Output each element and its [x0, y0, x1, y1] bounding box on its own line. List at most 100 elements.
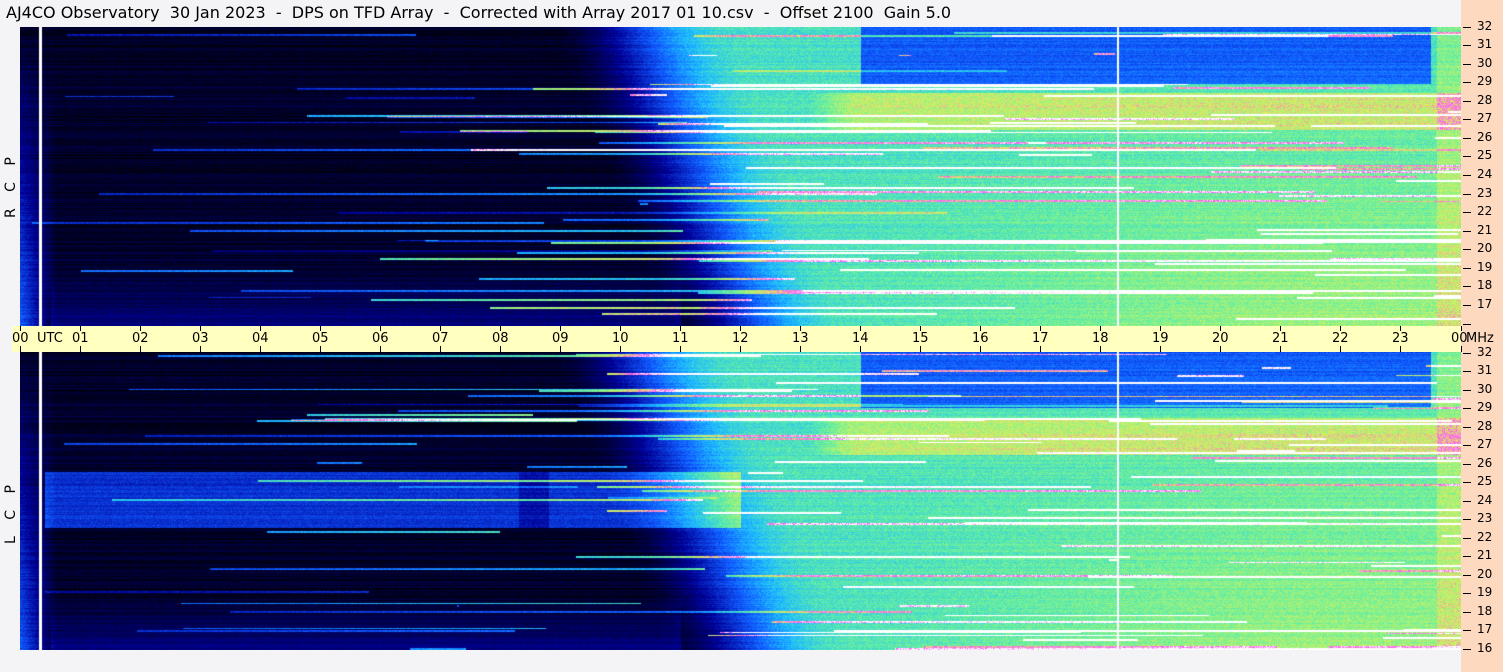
lcp-label: L C P: [3, 479, 19, 544]
freq-tick-label: 17: [1477, 297, 1493, 311]
time-tick-label: 03: [192, 331, 209, 346]
window-title: AJ4CO Observatory 30 Jan 2023 - DPS on T…: [6, 3, 952, 22]
time-tick-mark: [860, 346, 861, 352]
time-tick-label: 11: [672, 331, 689, 346]
time-tick-label: 04: [252, 331, 269, 346]
freq-tick-mark: [1463, 501, 1471, 502]
time-tick-label: 08: [492, 331, 509, 346]
freq-tick-label: 23: [1477, 511, 1493, 525]
freq-tick-label: 31: [1477, 363, 1493, 377]
time-tick-mark: [80, 346, 81, 352]
time-tick-label: 16: [972, 331, 989, 346]
time-tick-label: 02: [132, 331, 149, 346]
freq-tick-mark: [1463, 371, 1471, 372]
freq-tick-label: 19: [1477, 260, 1493, 274]
time-tick-label: 07: [432, 331, 449, 346]
time-tick-mark: [1100, 346, 1101, 352]
freq-tick-mark: [1463, 268, 1471, 269]
time-tick-mark: [920, 346, 921, 352]
time-tick-mark: [320, 346, 321, 352]
rcp-label: R C P: [3, 151, 19, 218]
freq-tick-label: 28: [1477, 93, 1493, 107]
freq-tick-mark: [1463, 305, 1471, 306]
time-tick-mark: [1220, 346, 1221, 352]
freq-tick-label: 30: [1477, 382, 1493, 396]
time-tick-label: 15: [912, 331, 929, 346]
time-tick-label: 12: [732, 331, 749, 346]
freq-tick-label: 21: [1477, 548, 1493, 562]
time-tick-label: 10: [612, 331, 629, 346]
time-tick-mark: [620, 346, 621, 352]
time-tick-label: 00: [12, 331, 29, 346]
freq-tick-label: 29: [1477, 74, 1493, 88]
time-tick-mark: [1160, 346, 1161, 352]
time-tick-mark: [1040, 346, 1041, 352]
time-tick-mark: [560, 346, 561, 352]
time-tick-label: 13: [792, 331, 809, 346]
freq-tick-mark: [1463, 519, 1471, 520]
time-tick-label: 17: [1032, 331, 1049, 346]
freq-tick-label: 26: [1477, 456, 1493, 470]
freq-tick-mark: [1463, 464, 1471, 465]
freq-tick-mark: [1463, 249, 1471, 250]
time-tick-mark: [500, 346, 501, 352]
freq-tick-mark: [1463, 156, 1471, 157]
freq-tick-label: 30: [1477, 56, 1493, 70]
freq-tick-mark: [1463, 82, 1471, 83]
freq-tick-label: 23: [1477, 186, 1493, 200]
freq-tick-label: 25: [1477, 148, 1493, 162]
freq-tick-mark: [1463, 212, 1471, 213]
freq-tick-mark: [1463, 138, 1471, 139]
time-tick-label: 19: [1152, 331, 1169, 346]
lcp-heatmap: [20, 352, 1461, 650]
time-tick-mark: [380, 346, 381, 352]
time-tick-mark: [980, 346, 981, 352]
mhz-label: MHz: [1466, 331, 1494, 346]
freq-tick-mark: [1463, 175, 1471, 176]
time-tick-label: 01: [72, 331, 89, 346]
freq-tick-label: 16: [1477, 641, 1493, 655]
time-tick-label: 22: [1332, 331, 1349, 346]
time-tick-label: 05: [312, 331, 329, 346]
time-tick-label: 06: [372, 331, 389, 346]
freq-tick-label: 27: [1477, 437, 1493, 451]
freq-tick-label: 29: [1477, 400, 1493, 414]
freq-tick-label: 18: [1477, 278, 1493, 292]
freq-tick-mark: [1463, 353, 1471, 354]
freq-tick-label: 32: [1477, 19, 1493, 33]
freq-tick-mark: [1463, 482, 1471, 483]
freq-tick-mark: [1463, 427, 1471, 428]
freq-tick-label: 17: [1477, 622, 1493, 636]
lcp-spectrogram: [20, 352, 1461, 650]
freq-tick-mark: [1463, 119, 1471, 120]
freq-tick-label: 28: [1477, 419, 1493, 433]
time-tick-mark: [1400, 346, 1401, 352]
freq-tick-mark: [1463, 194, 1471, 195]
utc-label: UTC: [37, 331, 63, 346]
freq-tick-mark: [1463, 286, 1471, 287]
freq-tick-label: 21: [1477, 223, 1493, 237]
time-tick-mark: [1280, 346, 1281, 352]
freq-tick-mark: [1463, 27, 1471, 28]
time-tick-mark: [680, 346, 681, 352]
freq-tick-mark: [1463, 231, 1471, 232]
freq-tick-label: 18: [1477, 604, 1493, 618]
freq-tick-mark: [1463, 649, 1471, 650]
time-tick-mark: [740, 346, 741, 352]
freq-tick-mark: [1463, 612, 1471, 613]
freq-tick-mark: [1463, 408, 1471, 409]
time-tick-label: 20: [1212, 331, 1229, 346]
freq-tick-mark: [1463, 593, 1471, 594]
freq-tick-label: 25: [1477, 474, 1493, 488]
freq-tick-mark: [1463, 390, 1471, 391]
time-tick-mark: [20, 346, 21, 352]
time-tick-mark: [140, 346, 141, 352]
freq-tick-mark: [1463, 101, 1471, 102]
freq-tick-label: 31: [1477, 37, 1493, 51]
time-tick-label: 09: [552, 331, 569, 346]
freq-tick-label: 32: [1477, 345, 1493, 359]
freq-tick-mark: [1463, 575, 1471, 576]
freq-tick-label: 22: [1477, 530, 1493, 544]
freq-tick-mark: [1463, 556, 1471, 557]
time-tick-label: 21: [1272, 331, 1289, 346]
